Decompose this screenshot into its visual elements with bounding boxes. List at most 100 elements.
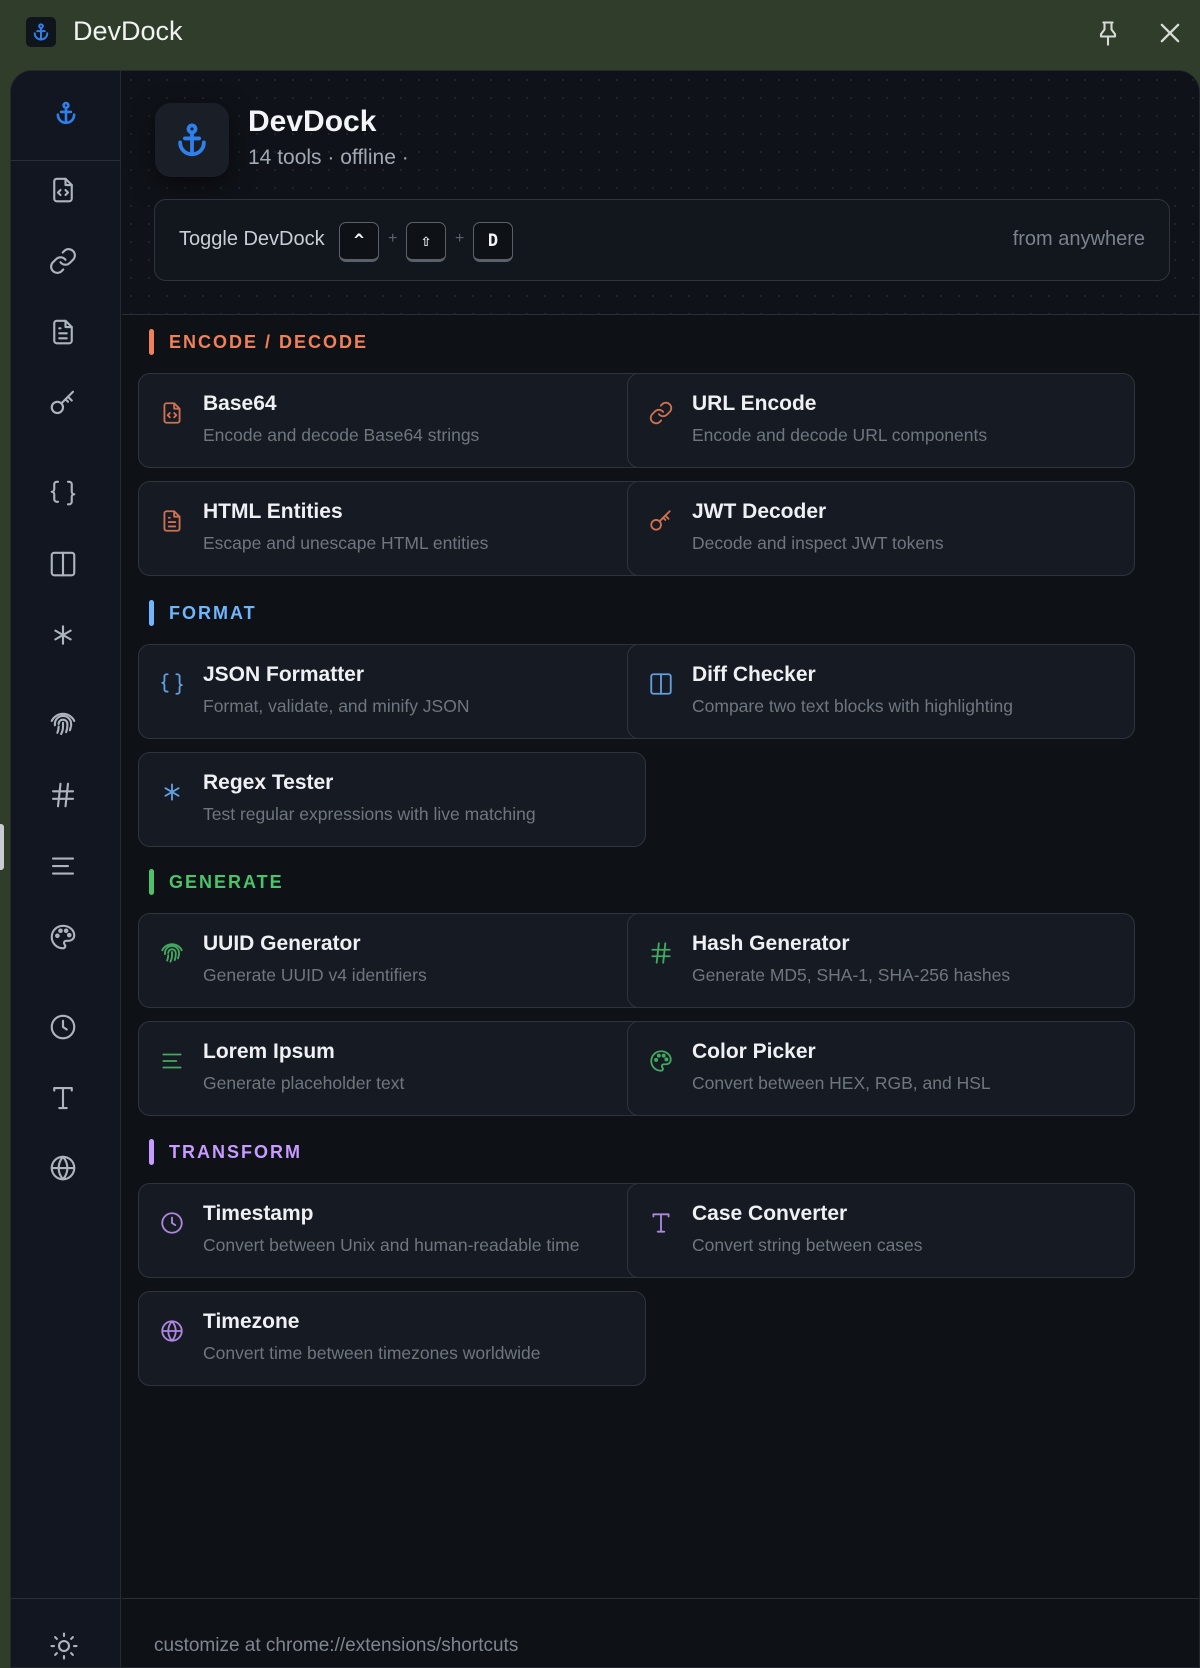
shortcut-hint: Toggle DevDock ^ + ⇧ + D from anywhere xyxy=(154,199,1170,281)
tool-card-regex-tester[interactable]: Regex Tester Test regular expressions wit… xyxy=(138,752,646,847)
sidebar-divider xyxy=(11,1598,121,1599)
footer-divider xyxy=(122,1598,1199,1599)
sidebar-item-hash[interactable] xyxy=(42,776,84,818)
braces-icon xyxy=(48,478,78,513)
tool-card-html-entities[interactable]: HTML Entities Escape and unescape HTML en… xyxy=(138,481,646,576)
sidebar-item-columns[interactable] xyxy=(42,545,84,587)
type-icon xyxy=(48,1083,78,1118)
tool-card-jwt-decoder[interactable]: JWT Decoder Decode and inspect JWT tokens xyxy=(627,481,1135,576)
main-content: DevDock 14 tools · offline · Toggle DevD… xyxy=(122,71,1199,1667)
fingerprint-icon xyxy=(48,709,78,744)
sidebar-item-globe[interactable] xyxy=(42,1149,84,1191)
hash-icon xyxy=(648,940,674,966)
tool-description: Encode and decode URL components xyxy=(692,425,988,445)
tool-title: UUID Generator xyxy=(203,932,361,955)
tool-card-color-picker[interactable]: Color Picker Convert between HEX, RGB, an… xyxy=(627,1021,1135,1116)
tool-card-base64[interactable]: Base64 Encode and decode Base64 strings xyxy=(138,373,646,468)
pin-icon[interactable] xyxy=(1094,18,1122,48)
section-header: FORMAT xyxy=(149,600,257,626)
tool-description: Decode and inspect JWT tokens xyxy=(692,533,944,553)
section-header: ENCODE / DECODE xyxy=(149,329,368,355)
sidebar-item-align-left[interactable] xyxy=(42,847,84,889)
hash-icon xyxy=(48,780,78,815)
sidebar-item-link[interactable] xyxy=(42,242,84,284)
tool-description: Encode and decode Base64 strings xyxy=(203,425,480,445)
sidebar-item-asterisk[interactable] xyxy=(42,616,84,658)
tool-card-diff-checker[interactable]: Diff Checker Compare two text blocks with… xyxy=(627,644,1135,739)
devdock-panel: DevDock 14 tools · offline · Toggle DevD… xyxy=(10,70,1200,1668)
sidebar xyxy=(11,71,121,1667)
section-accent-bar xyxy=(149,329,154,355)
globe-icon xyxy=(48,1153,78,1188)
tool-title: JWT Decoder xyxy=(692,500,827,523)
tool-card-timezone[interactable]: Timezone Convert time between timezones w… xyxy=(138,1291,646,1386)
footer-text: customize at chrome://extensions/shortcu… xyxy=(154,1635,519,1656)
anchor-icon xyxy=(26,17,56,47)
tool-card-uuid-generator[interactable]: UUID Generator Generate UUID v4 identifie… xyxy=(138,913,646,1008)
section-title: GENERATE xyxy=(169,871,284,892)
close-icon[interactable] xyxy=(1156,18,1184,48)
fingerprint-icon xyxy=(159,940,185,966)
tool-title: Timestamp xyxy=(203,1202,314,1225)
tool-title: Regex Tester xyxy=(203,771,334,794)
tool-card-timestamp[interactable]: Timestamp Convert between Unix and human-… xyxy=(138,1183,646,1278)
tool-card-json-formatter[interactable]: JSON Formatter Format, validate, and mini… xyxy=(138,644,646,739)
resize-handle[interactable] xyxy=(0,824,4,870)
tool-description: Test regular expressions with live match… xyxy=(203,804,536,824)
sidebar-item-key[interactable] xyxy=(42,384,84,426)
tool-title: Color Picker xyxy=(692,1040,816,1063)
section-accent-bar xyxy=(149,869,154,895)
sidebar-item-type[interactable] xyxy=(42,1079,84,1121)
tool-card-lorem-ipsum[interactable]: Lorem Ipsum Generate placeholder text xyxy=(138,1021,646,1116)
tool-description: Generate MD5, SHA-1, SHA-256 hashes xyxy=(692,965,1011,985)
tool-description: Escape and unescape HTML entities xyxy=(203,533,489,553)
window-title: DevDock xyxy=(73,16,183,46)
tool-card-hash-generator[interactable]: Hash Generator Generate MD5, SHA-1, SHA-2… xyxy=(627,913,1135,1008)
clock-icon xyxy=(48,1012,78,1047)
tool-description: Generate UUID v4 identifiers xyxy=(203,965,427,985)
kbd-plus: + xyxy=(455,230,465,247)
tool-title: Hash Generator xyxy=(692,932,850,955)
file-text-icon xyxy=(48,317,78,352)
sidebar-item-fingerprint[interactable] xyxy=(42,705,84,747)
sidebar-item-braces[interactable] xyxy=(42,474,84,516)
tool-card-case-converter[interactable]: Case Converter Convert string between cas… xyxy=(627,1183,1135,1278)
globe-icon xyxy=(159,1318,185,1344)
tool-title: Base64 xyxy=(203,392,277,415)
section-accent-bar xyxy=(149,600,154,626)
asterisk-icon xyxy=(48,620,78,655)
sun-icon[interactable] xyxy=(49,1631,79,1661)
tool-description: Format, validate, and minify JSON xyxy=(203,696,470,716)
tool-title: Lorem Ipsum xyxy=(203,1040,335,1063)
tool-card-url-encode[interactable]: URL Encode Encode and decode URL componen… xyxy=(627,373,1135,468)
palette-icon xyxy=(48,922,78,957)
file-text-icon xyxy=(159,508,185,534)
asterisk-icon xyxy=(159,779,185,805)
tool-description: Generate placeholder text xyxy=(203,1073,405,1093)
shortcut-label: Toggle DevDock xyxy=(179,228,325,250)
file-code-icon xyxy=(48,175,78,210)
palette-icon xyxy=(648,1048,674,1074)
sidebar-logo[interactable] xyxy=(11,71,121,161)
key-icon xyxy=(48,388,78,423)
kbd-d: D xyxy=(473,222,513,262)
kbd-shift: ⇧ xyxy=(406,222,446,262)
tool-title: URL Encode xyxy=(692,392,817,415)
tool-title: JSON Formatter xyxy=(203,663,365,686)
tool-title: HTML Entities xyxy=(203,500,343,523)
tool-title: Timezone xyxy=(203,1310,300,1333)
section-header: TRANSFORM xyxy=(149,1139,302,1165)
kbd-plus: + xyxy=(388,230,398,247)
title-bar: DevDock xyxy=(0,0,1200,66)
sidebar-item-palette[interactable] xyxy=(42,918,84,960)
sidebar-item-clock[interactable] xyxy=(42,1008,84,1050)
tool-description: Compare two text blocks with highlightin… xyxy=(692,696,1013,716)
sidebar-item-file-code[interactable] xyxy=(42,171,84,213)
tool-description: Convert between HEX, RGB, and HSL xyxy=(692,1073,991,1093)
anchor-icon xyxy=(53,100,79,131)
file-code-icon xyxy=(159,400,185,426)
tool-title: Case Converter xyxy=(692,1202,848,1225)
sidebar-item-file-text[interactable] xyxy=(42,313,84,355)
columns-icon xyxy=(48,549,78,584)
page-subtitle: 14 tools · offline · xyxy=(248,146,409,169)
